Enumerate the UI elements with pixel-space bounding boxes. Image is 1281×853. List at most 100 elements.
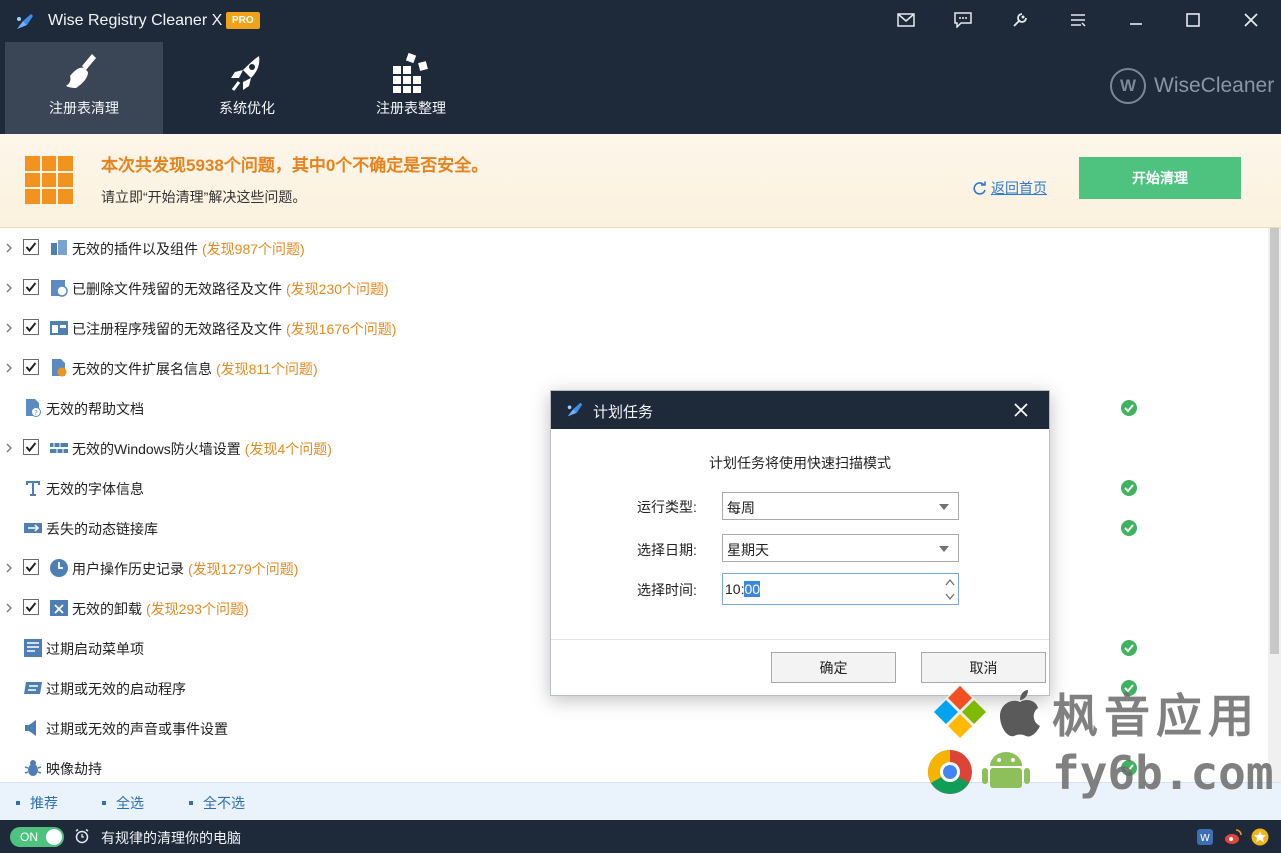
app-logo-icon (17, 14, 33, 29)
time-input[interactable]: 10:00 (722, 573, 959, 605)
run-type-value: 每周 (727, 500, 755, 516)
dialog-divider (551, 639, 1049, 640)
issue-label: 无效的帮助文档 (46, 401, 144, 417)
uninstall-icon (50, 600, 68, 616)
start-clean-button[interactable]: 开始清理 (1079, 157, 1241, 199)
dialog-close-icon[interactable] (1011, 400, 1031, 420)
mail-icon (897, 13, 915, 27)
toggle-label: ON (20, 830, 38, 844)
bug-icon (24, 760, 42, 776)
chevron-right-icon[interactable] (4, 281, 14, 295)
app-header: Wise Registry Cleaner X PRO 注册表清理 系统优化 注… (0, 0, 1281, 134)
tab-registry-clean[interactable]: 注册表清理 (5, 42, 163, 134)
back-home-link[interactable]: 返回首页 (972, 178, 1047, 198)
issue-label: 过期启动菜单项 (46, 641, 144, 657)
issue-checkbox[interactable] (23, 359, 39, 375)
deleted-file-icon (51, 280, 68, 297)
list-item[interactable]: 已删除文件残留的无效路径及文件 (发现230个问题) (0, 268, 1268, 308)
chevron-right-icon[interactable] (4, 601, 14, 615)
wrench-icon (1013, 13, 1027, 27)
speaker-icon (25, 720, 36, 736)
social-icon[interactable]: W (1196, 828, 1214, 846)
mail-button[interactable] (894, 9, 918, 31)
schedule-toggle[interactable]: ON (10, 827, 64, 847)
maximize-icon (1186, 13, 1200, 27)
check-icon (25, 322, 37, 333)
list-item[interactable]: 已注册程序残留的无效路径及文件 (发现1676个问题) (0, 308, 1268, 348)
ok-button[interactable]: 确定 (771, 652, 896, 683)
chevron-right-icon[interactable] (4, 441, 14, 455)
summary-subtitle: 请立即“开始清理”解决这些问题。 (101, 189, 307, 205)
list-item[interactable]: 无效的文件扩展名信息 (发现811个问题) (0, 348, 1268, 388)
date-select[interactable]: 星期天 (722, 534, 959, 562)
list-scrollbar[interactable] (1268, 228, 1281, 782)
run-type-select[interactable]: 每周 (722, 492, 959, 520)
recommend-link[interactable]: 推荐 (16, 793, 58, 813)
dialog-note: 计划任务将使用快速扫描模式 (709, 455, 891, 471)
check-icon (25, 282, 37, 293)
time-spin-up[interactable] (943, 575, 957, 589)
schedule-task-dialog: 计划任务 计划任务将使用快速扫描模式 运行类型: 每周 选择日期: 星期天 选择… (550, 390, 1050, 696)
scrollbar-thumb[interactable] (1270, 228, 1279, 654)
tab-registry-defrag[interactable]: 注册表整理 (332, 42, 490, 134)
plugin-icon (51, 240, 67, 255)
start-menu-icon (24, 639, 42, 657)
issue-label: 已注册程序残留的无效路径及文件 (发现1676个问题) (72, 321, 397, 337)
check-icon (25, 442, 37, 453)
chevron-right-icon[interactable] (4, 321, 14, 335)
chevron-right-icon[interactable] (4, 241, 14, 255)
issue-checkbox[interactable] (23, 239, 39, 255)
list-item[interactable]: 映像劫持 (0, 748, 1268, 782)
alarm-clock-icon[interactable] (74, 828, 90, 844)
ok-check-icon (1121, 520, 1137, 536)
tab-label: 注册表整理 (376, 100, 446, 116)
tab-label: 系统优化 (219, 100, 275, 116)
wisecleaner-logo: W WiseCleaner (1110, 68, 1274, 104)
chevron-right-icon[interactable] (4, 561, 14, 575)
title-bar[interactable]: Wise Registry Cleaner X PRO (0, 0, 1281, 42)
startup-program-icon (24, 682, 42, 694)
issue-checkbox[interactable] (23, 279, 39, 295)
list-item[interactable]: 无效的插件以及组件 (发现987个问题) (0, 228, 1268, 268)
feedback-button[interactable] (951, 9, 975, 31)
minimize-button[interactable] (1124, 9, 1148, 31)
time-spin-down[interactable] (943, 590, 957, 604)
chevron-right-icon[interactable] (4, 361, 14, 375)
maximize-button[interactable] (1181, 9, 1205, 31)
ok-check-icon (1121, 480, 1137, 496)
issue-checkbox[interactable] (23, 599, 39, 615)
registry-grid-icon (25, 156, 73, 204)
run-type-label: 运行类型: (637, 499, 697, 515)
summary-title: 本次共发现5938个问题，其中0个不确定是否安全。 (101, 156, 489, 175)
issue-checkbox[interactable] (23, 559, 39, 575)
issue-label: 无效的文件扩展名信息 (发现811个问题) (72, 361, 318, 377)
app-logo-icon (567, 402, 583, 417)
tab-system-optimize[interactable]: 系统优化 (168, 42, 326, 134)
skin-button[interactable] (1008, 9, 1032, 31)
select-all-link[interactable]: 全选 (102, 793, 144, 813)
back-home-label: 返回首页 (991, 180, 1047, 196)
help-doc-icon: ? (26, 399, 41, 417)
date-value: 星期天 (727, 542, 769, 558)
menu-button[interactable] (1066, 9, 1090, 31)
minimize-icon (1130, 23, 1142, 25)
close-button[interactable] (1239, 9, 1263, 31)
list-item[interactable]: 过期或无效的声音或事件设置 (0, 708, 1268, 748)
time-value: 10:00 (725, 581, 761, 597)
issue-checkbox[interactable] (23, 439, 39, 455)
star-icon[interactable] (1251, 828, 1269, 846)
dialog-title: 计划任务 (593, 404, 654, 421)
ok-check-icon (1121, 680, 1137, 696)
issue-checkbox[interactable] (23, 319, 39, 335)
blocks-icon (389, 52, 433, 94)
dialog-title-bar[interactable]: 计划任务 (551, 391, 1049, 429)
cancel-button[interactable]: 取消 (921, 652, 1046, 683)
weibo-icon[interactable] (1224, 828, 1242, 846)
dll-icon (24, 523, 42, 533)
brand-mark: W (1110, 68, 1146, 104)
issue-label: 无效的卸载 (发现293个问题) (72, 601, 249, 617)
pro-badge: PRO (226, 12, 260, 29)
chat-icon (954, 12, 972, 28)
select-none-link[interactable]: 全不选 (189, 793, 245, 813)
svg-text:W: W (1200, 833, 1210, 844)
